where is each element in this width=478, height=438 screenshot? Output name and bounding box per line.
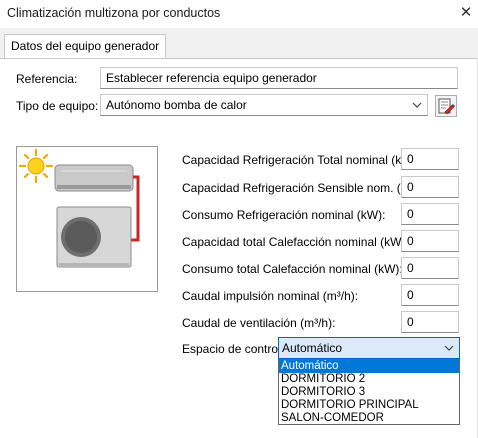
capacidad-refrigeracion-total-label: Capacidad Refrigeración Total nominal (k… — [182, 153, 420, 167]
chevron-down-icon — [412, 102, 422, 108]
tipo-equipo-label: Tipo de equipo: — [16, 99, 99, 113]
window-title: Climatización multizona por conductos — [7, 6, 221, 20]
espacio-control-value: Automático — [282, 341, 343, 355]
option-dormitorio-principal[interactable]: DORMITORIO PRINCIPAL — [279, 399, 459, 412]
tab-strip: Datos del equipo generador — [0, 28, 478, 58]
caudal-impulsion-input[interactable]: 0 — [401, 284, 459, 306]
option-salon-comedor[interactable]: SALON-COMEDOR — [279, 412, 459, 425]
caudal-impulsion-label: Caudal impulsión nominal (m³/h): — [182, 289, 359, 303]
option-automatico[interactable]: Automático — [279, 360, 459, 373]
consumo-refrigeracion-label: Consumo Refrigeración nominal (kW): — [182, 208, 386, 222]
espacio-control-label: Espacio de control: — [182, 342, 285, 356]
referencia-input[interactable]: Establecer referencia equipo generador — [100, 67, 458, 89]
consumo-refrigeracion-input[interactable]: 0 — [401, 203, 459, 225]
capacidad-refrigeracion-sensible-input[interactable]: 0 — [401, 176, 459, 198]
edit-equipment-button[interactable] — [435, 95, 457, 117]
edit-equipment-icon — [438, 98, 455, 115]
consumo-calefaccion-input[interactable]: 0 — [401, 257, 459, 279]
sun-icon — [18, 148, 54, 184]
espacio-control-dropdown: Automático DORMITORIO 2 DORMITORIO 3 DOR… — [278, 359, 460, 425]
capacidad-refrigeracion-sensible-label: Capacidad Refrigeración Sensible nom. (k… — [182, 181, 426, 195]
capacidad-refrigeracion-total-input[interactable]: 0 — [401, 148, 459, 170]
tipo-equipo-select[interactable]: Autónomo bomba de calor — [100, 94, 428, 116]
caudal-ventilacion-input[interactable]: 0 — [401, 311, 459, 333]
chevron-down-icon — [444, 345, 454, 351]
referencia-label: Referencia: — [16, 72, 78, 86]
caudal-ventilacion-label: Caudal de ventilación (m³/h): — [182, 316, 336, 330]
title-bar: Climatización multizona por conductos ✕ — [0, 0, 478, 28]
close-icon[interactable]: ✕ — [455, 1, 477, 25]
espacio-control-select[interactable]: Automático — [278, 337, 460, 359]
tipo-equipo-value: Autónomo bomba de calor — [106, 98, 247, 112]
consumo-calefaccion-label: Consumo total Calefacción nominal (kW): — [182, 262, 403, 276]
equipment-image — [16, 146, 158, 292]
capacidad-calefaccion-label: Capacidad total Calefacción nominal (kW)… — [182, 235, 409, 249]
tab-datos-equipo-generador[interactable]: Datos del equipo generador — [4, 34, 167, 58]
capacidad-calefaccion-input[interactable]: 0 — [401, 230, 459, 252]
option-dormitorio-2[interactable]: DORMITORIO 2 — [279, 373, 459, 386]
option-dormitorio-3[interactable]: DORMITORIO 3 — [279, 386, 459, 399]
